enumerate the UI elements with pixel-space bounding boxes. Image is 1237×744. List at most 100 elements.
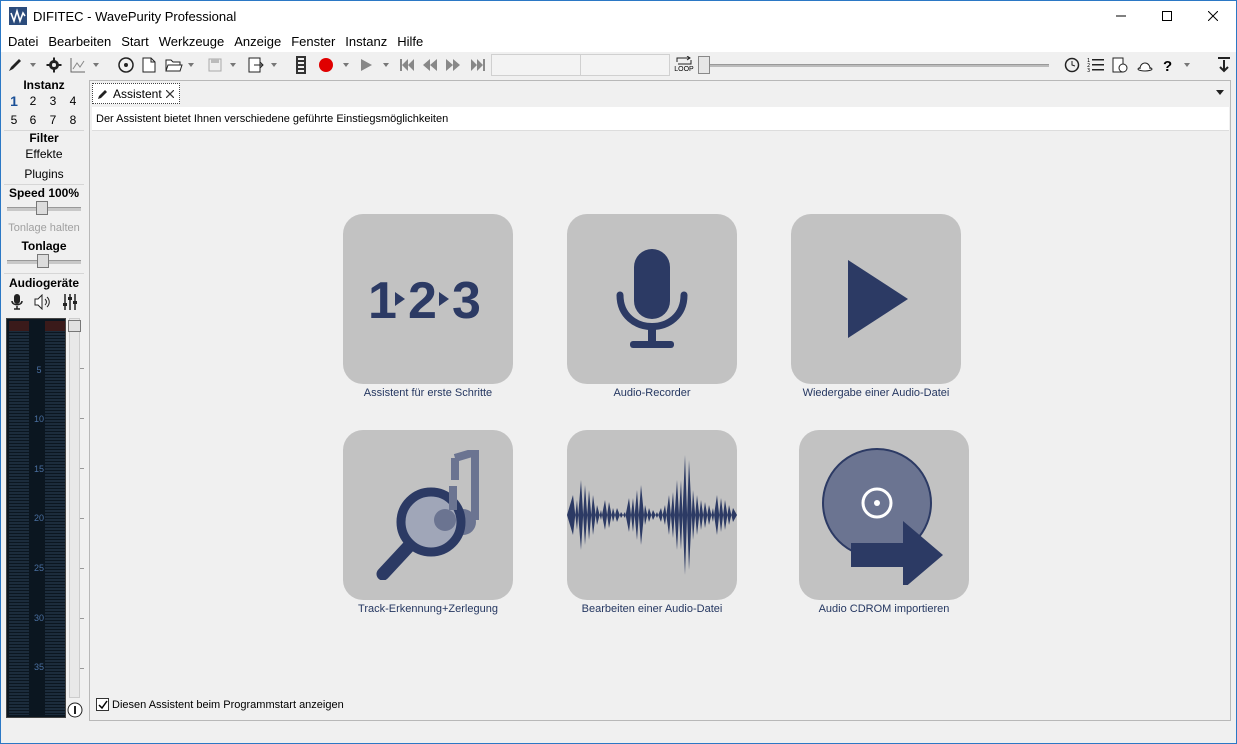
settings-button[interactable] bbox=[45, 56, 63, 74]
info-book-button[interactable] bbox=[1111, 56, 1129, 74]
cd-import-icon bbox=[822, 448, 943, 585]
tonlage-slider-thumb[interactable] bbox=[37, 254, 49, 268]
effekte-button[interactable]: Effekte bbox=[2, 147, 86, 161]
tile-label: Bearbeiten einer Audio-Datei bbox=[581, 603, 723, 615]
microphone-button[interactable] bbox=[11, 294, 23, 313]
dropdown-arrow[interactable] bbox=[188, 63, 194, 67]
vu-scale-label: 5 bbox=[36, 365, 42, 375]
vu-scale-label: 15 bbox=[33, 464, 44, 474]
record-icon bbox=[319, 58, 333, 72]
rewind-button[interactable] bbox=[421, 56, 439, 74]
help-button[interactable]: ? bbox=[1159, 56, 1177, 74]
instance-4[interactable]: 4 bbox=[66, 94, 80, 108]
instance-7[interactable]: 7 bbox=[46, 113, 60, 127]
pencil-tool-button[interactable] bbox=[6, 56, 24, 74]
instance-3[interactable]: 3 bbox=[46, 94, 60, 108]
tile-cd-import[interactable] bbox=[799, 430, 969, 600]
save-button[interactable] bbox=[206, 56, 224, 74]
volume-slider-track[interactable] bbox=[69, 318, 80, 698]
tile-label: Audio-Recorder bbox=[613, 387, 691, 399]
info-button[interactable] bbox=[67, 702, 83, 721]
open-file-button[interactable] bbox=[165, 56, 183, 74]
graph-button[interactable] bbox=[69, 56, 87, 74]
level-meter-left bbox=[9, 321, 29, 715]
dropdown-arrow[interactable] bbox=[230, 63, 236, 67]
loop-button[interactable]: LOOP bbox=[674, 54, 694, 76]
speed-title: Speed 100% bbox=[8, 186, 80, 200]
tick bbox=[80, 668, 84, 669]
numbered-list-icon: 123 bbox=[1087, 58, 1104, 73]
tile-playback[interactable] bbox=[791, 214, 961, 384]
new-file-button[interactable] bbox=[140, 56, 158, 74]
export-button[interactable] bbox=[247, 56, 265, 74]
tile-audio-recorder[interactable] bbox=[567, 214, 737, 384]
tab-assistent[interactable]: Assistent bbox=[92, 83, 180, 104]
fast-forward-icon bbox=[446, 59, 460, 71]
instance-8[interactable]: 8 bbox=[66, 113, 80, 127]
main-panel: Assistent Der Assistent bietet Ihnen ver… bbox=[89, 80, 1231, 721]
tile-first-steps[interactable]: 1 2 3 bbox=[343, 214, 513, 384]
cd-button[interactable] bbox=[117, 56, 135, 74]
menu-fenster[interactable]: Fenster bbox=[286, 34, 340, 49]
instanz-title: Instanz bbox=[23, 78, 65, 92]
tick bbox=[80, 368, 84, 369]
tile-edit-audio[interactable] bbox=[567, 430, 737, 600]
dropdown-arrow[interactable] bbox=[30, 63, 36, 67]
tab-close-button[interactable] bbox=[165, 86, 175, 101]
speaker-button[interactable] bbox=[34, 293, 52, 313]
svg-text:?: ? bbox=[1163, 58, 1172, 73]
waveform-icon bbox=[567, 455, 737, 575]
menu-anzeige[interactable]: Anzeige bbox=[229, 34, 286, 49]
instance-6[interactable]: 6 bbox=[26, 113, 40, 127]
menu-instanz[interactable]: Instanz bbox=[340, 34, 392, 49]
skip-start-button[interactable] bbox=[398, 56, 416, 74]
instance-5[interactable]: 5 bbox=[7, 113, 21, 127]
rewind-icon bbox=[423, 59, 437, 71]
cd-icon bbox=[118, 57, 134, 73]
play-icon bbox=[848, 260, 908, 338]
collapse-toolbar-button[interactable] bbox=[1215, 56, 1233, 74]
mixer-button[interactable] bbox=[62, 294, 78, 313]
microphone-icon bbox=[11, 294, 23, 310]
minimize-button[interactable] bbox=[1098, 1, 1144, 31]
close-window-button[interactable] bbox=[1190, 1, 1236, 31]
list-button[interactable]: 123 bbox=[1087, 56, 1105, 74]
menu-datei[interactable]: Datei bbox=[3, 34, 43, 49]
maximize-button[interactable] bbox=[1144, 1, 1190, 31]
fast-forward-button[interactable] bbox=[444, 56, 462, 74]
menu-werkzeuge[interactable]: Werkzeuge bbox=[154, 34, 230, 49]
dropdown-arrow[interactable] bbox=[343, 63, 349, 67]
tile-track-detection[interactable] bbox=[343, 430, 513, 600]
clock-button[interactable] bbox=[1063, 56, 1081, 74]
menu-start[interactable]: Start bbox=[116, 34, 153, 49]
hat-button[interactable] bbox=[1136, 56, 1154, 74]
show-on-startup-row: Diesen Assistent beim Programmstart anze… bbox=[96, 698, 344, 711]
menu-bearbeiten[interactable]: Bearbeiten bbox=[43, 34, 116, 49]
skip-forward-icon bbox=[471, 59, 485, 71]
menu-hilfe[interactable]: Hilfe bbox=[392, 34, 428, 49]
play-button[interactable] bbox=[357, 56, 375, 74]
vu-scale-label: 25 bbox=[33, 563, 44, 573]
skip-end-button[interactable] bbox=[469, 56, 487, 74]
volume-slider-thumb[interactable] bbox=[68, 320, 81, 332]
peak-indicator bbox=[45, 321, 65, 331]
plugins-button[interactable]: Plugins bbox=[2, 167, 86, 181]
dropdown-arrow[interactable] bbox=[1184, 63, 1190, 67]
dropdown-arrow[interactable] bbox=[93, 63, 99, 67]
instance-1[interactable]: 1 bbox=[7, 93, 21, 109]
dropdown-arrow[interactable] bbox=[383, 63, 389, 67]
markers-button[interactable] bbox=[292, 56, 310, 74]
record-button[interactable] bbox=[317, 56, 335, 74]
audio-devices-title: Audiogeräte bbox=[8, 276, 79, 290]
tab-list-dropdown[interactable] bbox=[1216, 90, 1224, 95]
steps-123-icon: 1 2 3 bbox=[368, 274, 481, 324]
position-slider-track[interactable] bbox=[707, 64, 1049, 67]
dropdown-arrow[interactable] bbox=[271, 63, 277, 67]
tonlage-halten-button[interactable]: Tonlage halten bbox=[2, 222, 86, 234]
speaker-icon bbox=[34, 293, 50, 311]
instance-2[interactable]: 2 bbox=[26, 94, 40, 108]
speed-slider-thumb[interactable] bbox=[36, 201, 48, 215]
show-on-startup-checkbox[interactable] bbox=[96, 698, 109, 711]
separator bbox=[4, 184, 84, 185]
position-slider-thumb[interactable] bbox=[698, 56, 710, 74]
